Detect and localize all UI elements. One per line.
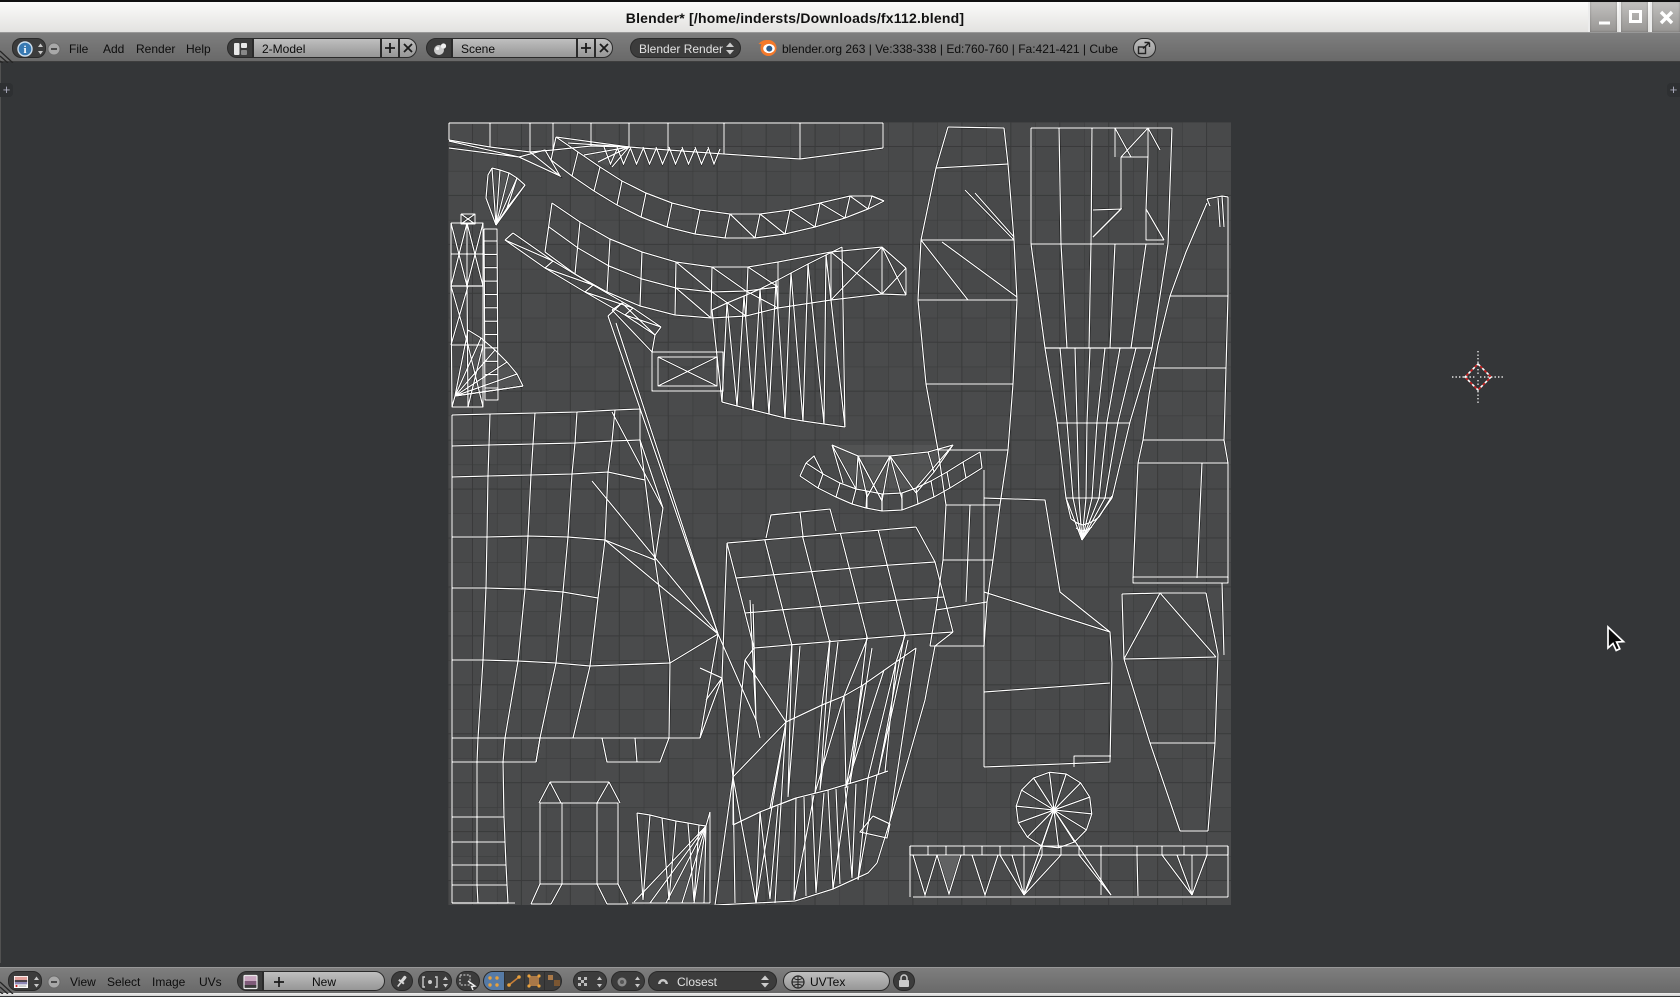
svg-text:i: i — [23, 44, 26, 56]
